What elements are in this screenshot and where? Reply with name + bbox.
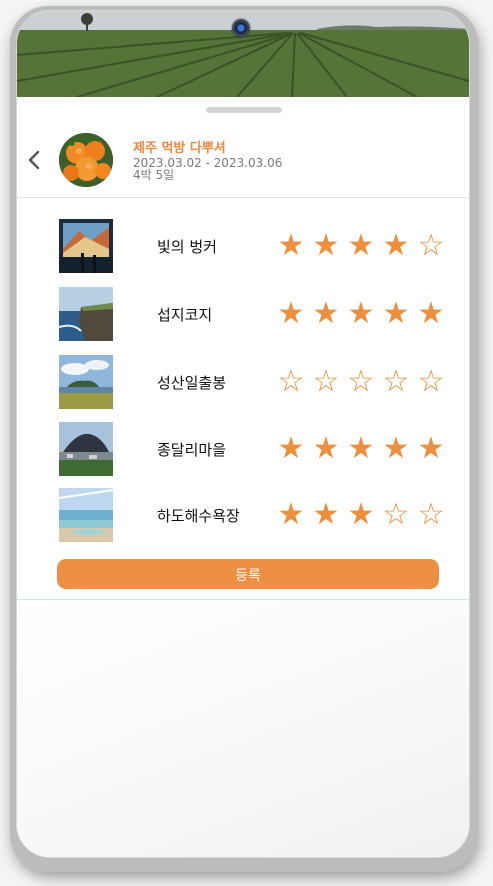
star-filled-icon[interactable]: ★ <box>343 496 379 534</box>
star-outline-icon[interactable]: ☆ <box>308 363 344 401</box>
star-outline-icon[interactable]: ☆ <box>413 496 449 534</box>
star-filled-icon[interactable]: ★ <box>273 295 309 333</box>
place-name: 빛의 벙커 <box>157 238 217 256</box>
star-outline-icon[interactable]: ☆ <box>378 363 414 401</box>
chevron-left-icon[interactable] <box>27 149 47 173</box>
trip-title: 제주 먹방 다뿌셔 <box>133 141 226 156</box>
star-outline-icon[interactable]: ☆ <box>413 363 449 401</box>
star-filled-icon[interactable]: ★ <box>308 430 344 468</box>
place-name: 섭지코지 <box>157 306 213 324</box>
trip-duration: 4박 5일 <box>133 168 175 182</box>
front-camera <box>232 19 250 37</box>
star-filled-icon[interactable]: ★ <box>378 227 414 265</box>
divider <box>17 197 469 198</box>
header-image-tea-field <box>17 11 469 97</box>
star-outline-icon[interactable]: ☆ <box>273 363 309 401</box>
star-filled-icon[interactable]: ★ <box>378 295 414 333</box>
star-outline-icon[interactable]: ☆ <box>378 496 414 534</box>
place-row-hado: 하도해수욕장 ★ ★ ★ ☆ ☆ <box>17 488 469 544</box>
star-filled-icon[interactable]: ★ <box>378 430 414 468</box>
star-filled-icon[interactable]: ★ <box>273 227 309 265</box>
star-filled-icon[interactable]: ★ <box>413 430 449 468</box>
place-row-seopjikoji: 섭지코지 ★ ★ ★ ★ ★ <box>17 287 469 343</box>
place-name: 종달리마을 <box>157 441 227 459</box>
star-filled-icon[interactable]: ★ <box>343 295 379 333</box>
trip-avatar-tangerine <box>59 133 113 187</box>
star-filled-icon[interactable]: ★ <box>343 227 379 265</box>
phone-screen: 제주 먹방 다뿌셔 2023.03.02 - 2023.03.06 4박 5일 … <box>16 10 470 858</box>
star-filled-icon[interactable]: ★ <box>343 430 379 468</box>
bottom-sheet: 제주 먹방 다뿌셔 2023.03.02 - 2023.03.06 4박 5일 … <box>17 97 469 857</box>
star-filled-icon[interactable]: ★ <box>273 496 309 534</box>
place-row-seongsan: 성산일출봉 ☆ ☆ ☆ ☆ ☆ <box>17 355 469 411</box>
place-row-bunker: 빛의 벙커 ★ ★ ★ ★ ☆ <box>17 219 469 275</box>
empty-content-area <box>17 600 469 857</box>
sheet-drag-handle[interactable] <box>206 107 282 113</box>
place-row-jongdal: 종달리마을 ★ ★ ★ ★ ★ <box>17 422 469 478</box>
star-filled-icon[interactable]: ★ <box>413 295 449 333</box>
star-filled-icon[interactable]: ★ <box>308 295 344 333</box>
place-thumbnail-jongdal <box>59 422 113 476</box>
submit-button[interactable]: 등록 <box>57 559 439 589</box>
place-thumbnail-seopjikoji <box>59 287 113 341</box>
star-filled-icon[interactable]: ★ <box>308 496 344 534</box>
star-outline-icon[interactable]: ☆ <box>343 363 379 401</box>
place-name: 성산일출봉 <box>157 374 227 392</box>
place-thumbnail-hado <box>59 488 113 542</box>
star-filled-icon[interactable]: ★ <box>273 430 309 468</box>
star-filled-icon[interactable]: ★ <box>308 227 344 265</box>
place-thumbnail-bunker <box>59 219 113 273</box>
place-name: 하도해수욕장 <box>157 507 240 525</box>
place-thumbnail-seongsan <box>59 355 113 409</box>
star-outline-icon[interactable]: ☆ <box>413 227 449 265</box>
